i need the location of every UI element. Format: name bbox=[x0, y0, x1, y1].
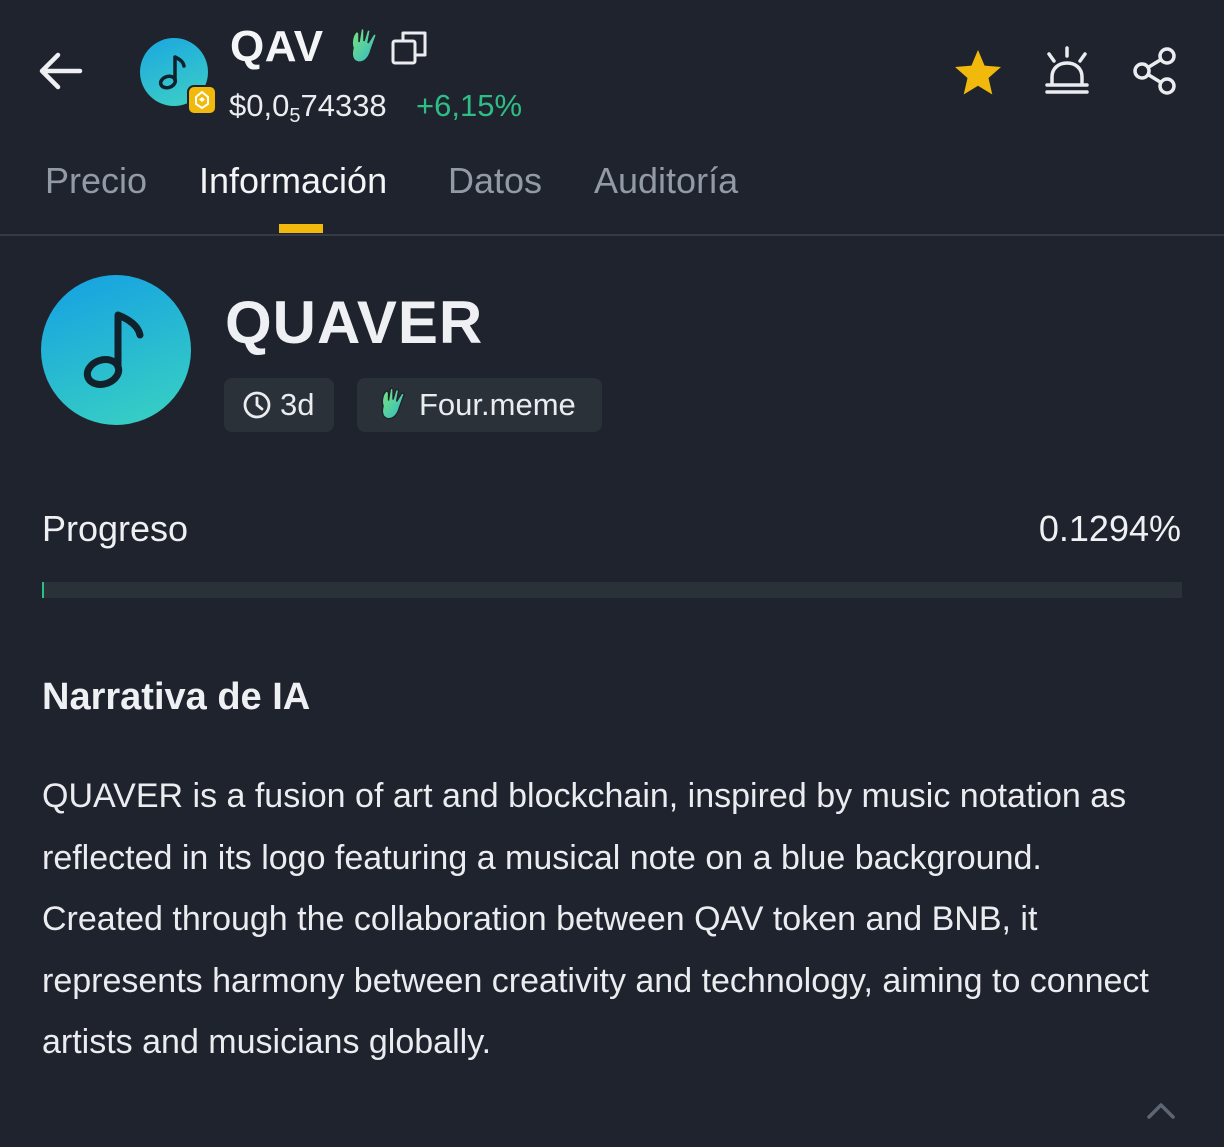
clock-icon bbox=[243, 391, 271, 419]
back-button[interactable] bbox=[32, 46, 88, 96]
price-zero-count: 5 bbox=[289, 105, 301, 127]
alert-siren-icon bbox=[1045, 46, 1089, 94]
narrative-text: QUAVER is a fusion of art and blockchain… bbox=[42, 777, 1149, 1061]
star-icon bbox=[955, 50, 1001, 95]
bnb-chain-badge bbox=[187, 85, 217, 115]
tab-precio[interactable]: Precio bbox=[45, 160, 147, 202]
share-button[interactable] bbox=[1128, 44, 1184, 100]
chevron-up-icon bbox=[1147, 1103, 1175, 1119]
bnb-chain-icon bbox=[195, 90, 209, 110]
tab-auditoria[interactable]: Auditoría bbox=[594, 160, 738, 202]
narrative-title: Narrativa de IA bbox=[42, 676, 311, 718]
copy-icon bbox=[391, 31, 427, 65]
copy-button[interactable] bbox=[390, 28, 430, 68]
platform-name: Four.meme bbox=[419, 387, 576, 422]
price-change: +6,15% bbox=[416, 88, 523, 123]
price-digits: 74338 bbox=[300, 88, 387, 123]
token-age-chip: 3d bbox=[224, 378, 334, 432]
tab-divider bbox=[0, 234, 1224, 236]
progress-label: Progreso bbox=[42, 508, 189, 549]
progress-value: 0.1294% bbox=[1038, 508, 1181, 549]
progress-bar-fill bbox=[42, 582, 44, 598]
share-icon bbox=[1133, 47, 1176, 95]
token-age: 3d bbox=[280, 387, 315, 422]
platform-chip[interactable]: Four.meme bbox=[357, 378, 602, 432]
collapse-button[interactable] bbox=[1144, 1094, 1178, 1128]
back-arrow-icon bbox=[39, 52, 83, 90]
progress-bar bbox=[42, 582, 1182, 598]
price-alert-button[interactable] bbox=[1040, 44, 1094, 100]
token-symbol: QAV bbox=[230, 22, 324, 71]
tab-datos[interactable]: Datos bbox=[448, 160, 542, 202]
token-price: $0,0574338 bbox=[229, 88, 387, 128]
price-prefix: $0,0 bbox=[229, 88, 290, 123]
token-logo bbox=[41, 275, 191, 425]
wave-hand-icon bbox=[381, 387, 405, 420]
token-name: QUAVER bbox=[225, 289, 484, 356]
active-tab-indicator bbox=[279, 224, 323, 233]
favorite-button[interactable] bbox=[950, 46, 1006, 102]
tab-informacion[interactable]: Información bbox=[199, 160, 387, 202]
wave-hand-icon bbox=[344, 26, 384, 68]
music-note-icon bbox=[83, 311, 144, 388]
